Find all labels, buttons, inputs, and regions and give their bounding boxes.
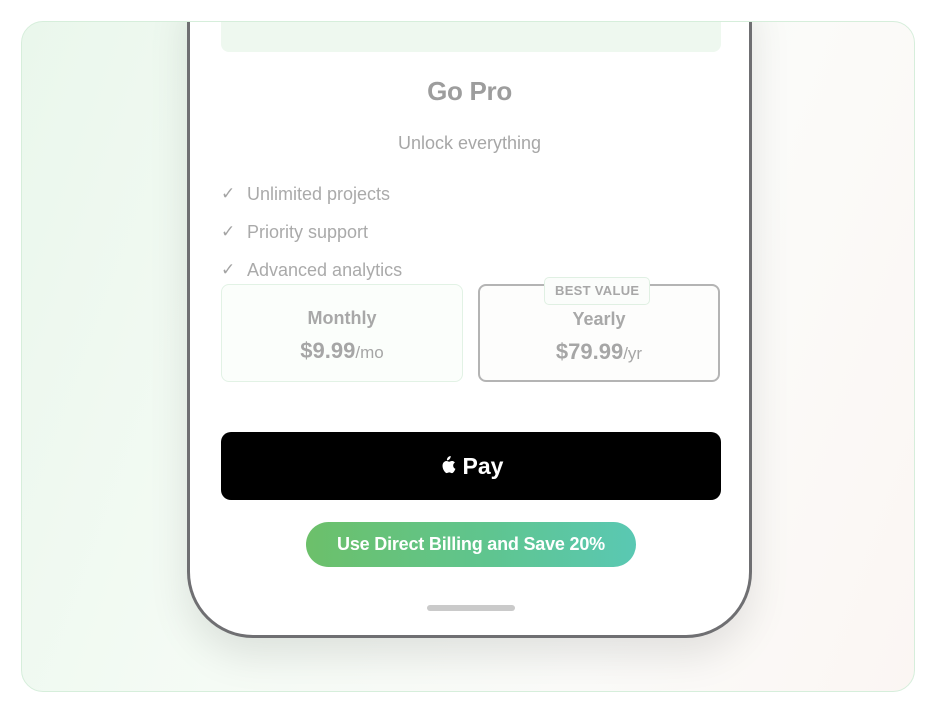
plan-amount: $9.99 — [300, 338, 356, 363]
background-card: Go Pro Unlock everything ✓ Unlimited pro… — [21, 21, 915, 692]
plan-name: Monthly — [307, 308, 377, 328]
feature-label: Advanced analytics — [247, 259, 403, 280]
plan-price: $9.99/mo — [222, 338, 462, 364]
best-value-badge: BEST VALUE — [544, 277, 651, 305]
checkmark-icon: ✓ — [221, 184, 236, 203]
checkmark-icon: ✓ — [221, 222, 236, 241]
paywall-subtitle: Unlock everything — [397, 133, 542, 153]
plan-amount: $79.99 — [555, 339, 624, 364]
plan-option-yearly[interactable]: BEST VALUE Yearly $79.99/yr — [478, 277, 720, 382]
home-indicator — [427, 605, 515, 611]
plan-period: /mo — [355, 343, 384, 362]
phone-frame: Go Pro Unlock everything ✓ Unlimited pro… — [187, 22, 752, 638]
checkmark-icon: ✓ — [221, 260, 236, 279]
header-panel — [221, 22, 721, 52]
feature-item: ✓ Priority support — [221, 213, 402, 251]
plan-option-monthly[interactable]: Monthly $9.99/mo — [221, 284, 463, 382]
feature-label: Unlimited projects — [247, 183, 391, 204]
apple-pay-button[interactable]: Pay — [221, 432, 721, 500]
paywall-title: Go Pro — [427, 76, 512, 106]
apple-logo-icon — [442, 456, 455, 474]
feature-label: Priority support — [247, 221, 369, 242]
direct-billing-button[interactable]: Use Direct Billing and Save 20% — [306, 522, 636, 567]
plan-name: Yearly — [572, 309, 626, 329]
feature-item: ✓ Unlimited projects — [221, 175, 402, 213]
feature-list: ✓ Unlimited projects ✓ Priority support … — [221, 175, 402, 289]
apple-pay-label: Pay — [462, 452, 504, 479]
plan-period: /yr — [623, 344, 643, 363]
plan-price: $79.99/yr — [480, 339, 718, 365]
